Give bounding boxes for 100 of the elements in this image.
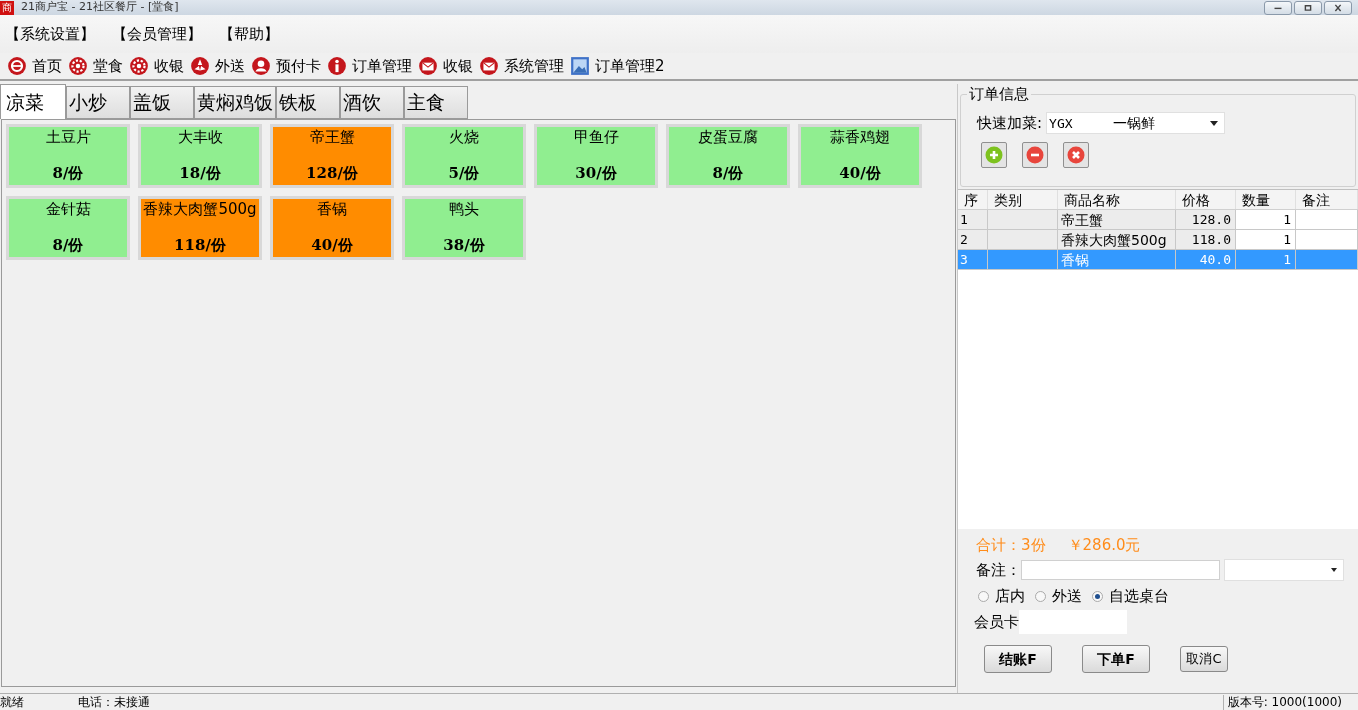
radio-option[interactable]: 自选桌台 [1092,584,1169,608]
menu-item[interactable]: 【帮助】 [218,22,280,46]
dish-name: 鸭头 [449,200,479,218]
table-cell: 香锅 [1058,250,1176,270]
dish-tile[interactable]: 大丰收 18/份 [138,124,262,188]
dish-price: 40/份 [839,164,881,182]
dish-tile[interactable]: 香辣大肉蟹500g 118/份 [138,196,262,260]
dish-price: 8/份 [52,236,84,254]
dish-tile[interactable]: 甲鱼仔 30/份 [534,124,658,188]
restore-button[interactable] [1294,0,1322,15]
dish-tile[interactable]: 鸭头 38/份 [402,196,526,260]
dish-tile[interactable]: 金针菇 8/份 [6,196,130,260]
dish-name: 甲鱼仔 [573,128,619,146]
table-row[interactable]: 2 香辣大肉蟹500g 118.0 1 [958,230,1358,250]
status-text: 就绪 [0,694,25,710]
dish-tile[interactable]: 蒜香鸡翅 40/份 [798,124,922,188]
version-text: 版本号: 1000(1000) [1222,694,1358,710]
app-icon: 商 [0,0,14,15]
image-icon [570,56,590,76]
dish-price: 40/份 [311,236,353,254]
wheel-icon [190,56,210,76]
table-cell: 3 [958,250,988,270]
action-button[interactable]: 下单F [1082,645,1150,673]
toolbar-button[interactable]: 收银 [129,54,186,78]
table-cell: 香辣大肉蟹500g [1058,230,1176,250]
dish-name: 土豆片 [45,128,91,146]
dropdown-value: 一锅鲜 [1113,113,1156,133]
action-button[interactable]: 结账F [984,645,1052,673]
dish-tile[interactable]: 火烧 5/份 [402,124,526,188]
toolbar-button[interactable]: 外送 [190,54,247,78]
dish-name: 火烧 [449,128,479,146]
category-tab[interactable]: 小炒 [66,86,130,119]
dish-tile[interactable]: 香锅 40/份 [270,196,394,260]
dish-price: 5/份 [448,164,480,182]
radio-button[interactable] [978,590,989,602]
field-label: 快速加菜: [977,113,1043,134]
dropdown-code: YGX [1049,114,1074,133]
dish-name: 蒜香鸡翅 [830,128,890,146]
plus-icon [985,145,1003,164]
column-header: 数量 [1236,190,1296,209]
toolbar-button[interactable]: 系统管理 [479,54,566,78]
info-icon [327,56,347,76]
radio-button[interactable] [1035,590,1046,602]
dish-tile[interactable]: 土豆片 8/份 [6,124,130,188]
toolbar-button[interactable]: 首页 [7,54,64,78]
caret-icon [1210,120,1219,126]
radio-option[interactable]: 外送 [1035,584,1082,608]
table-cell: 1 [1236,250,1296,270]
group-title: 订单信息 [967,85,1031,103]
radio-option[interactable]: 店内 [978,584,1025,608]
table-cell: 帝王蟹 [1058,210,1176,230]
add-button[interactable] [981,141,1007,168]
table-row[interactable]: 1 帝王蟹 128.0 1 [958,210,1358,230]
dish-price: 38/份 [443,236,485,254]
toolbar-button[interactable]: 收银 [418,54,475,78]
dish-price: 30/份 [575,164,617,182]
toolbar-button[interactable]: 订单管理 [327,54,414,78]
remove-button[interactable] [1022,141,1048,168]
minus-icon [1026,145,1044,164]
dish-tile[interactable]: 皮蛋豆腐 8/份 [666,124,790,188]
column-header: 类别 [988,190,1058,209]
status-text: 电话：未接通 [78,694,150,710]
toolbar-button[interactable]: 堂食 [68,54,125,78]
table-cell: 118.0 [1176,230,1236,250]
dish-name: 大丰收 [177,128,223,146]
quick-add-dropdown[interactable]: YGX 一锅鲜 [1046,112,1226,135]
category-tab[interactable]: 酒饮 [340,86,404,119]
category-tab[interactable]: 凉菜 [0,84,66,119]
category-tab[interactable]: 黄焖鸡饭 [194,86,276,119]
category-tab[interactable]: 主食 [404,86,468,119]
toolbar-button[interactable]: 订单管理2 [570,54,667,78]
category-tab[interactable]: 铁板 [276,86,340,119]
dish-price: 118/份 [174,236,226,254]
menu-item[interactable]: 【系统设置】 [4,22,96,46]
field-label: 备注： [976,559,1021,581]
caret-icon [1331,568,1337,572]
column-header: 序 [958,190,988,209]
column-header: 价格 [1176,190,1236,209]
dish-name: 皮蛋豆腐 [698,128,758,146]
dish-price: 18/份 [179,164,221,182]
column-header: 备注 [1296,190,1358,209]
dish-name: 金针菇 [45,200,91,218]
note-field[interactable] [1021,560,1220,580]
toolbar-button[interactable]: 预付卡 [251,54,323,78]
envelope-icon [418,56,438,76]
table-cell: 128.0 [1176,210,1236,230]
radio-button[interactable] [1092,590,1103,602]
close-button[interactable] [1324,0,1352,15]
dish-name: 香锅 [317,200,347,218]
category-tab[interactable]: 盖饭 [130,86,194,119]
dish-tile[interactable]: 帝王蟹 128/份 [270,124,394,188]
dish-name: 香辣大肉蟹500g [143,200,257,218]
envelope-icon [479,56,499,76]
dish-price: 128/份 [306,164,358,182]
menu-item[interactable]: 【会员管理】 [111,22,203,46]
delete-button[interactable] [1063,141,1089,168]
gear-icon [129,56,149,76]
table-cell: 2 [958,230,988,250]
action-button[interactable]: 取消C [1180,646,1228,672]
person-icon [251,56,271,76]
